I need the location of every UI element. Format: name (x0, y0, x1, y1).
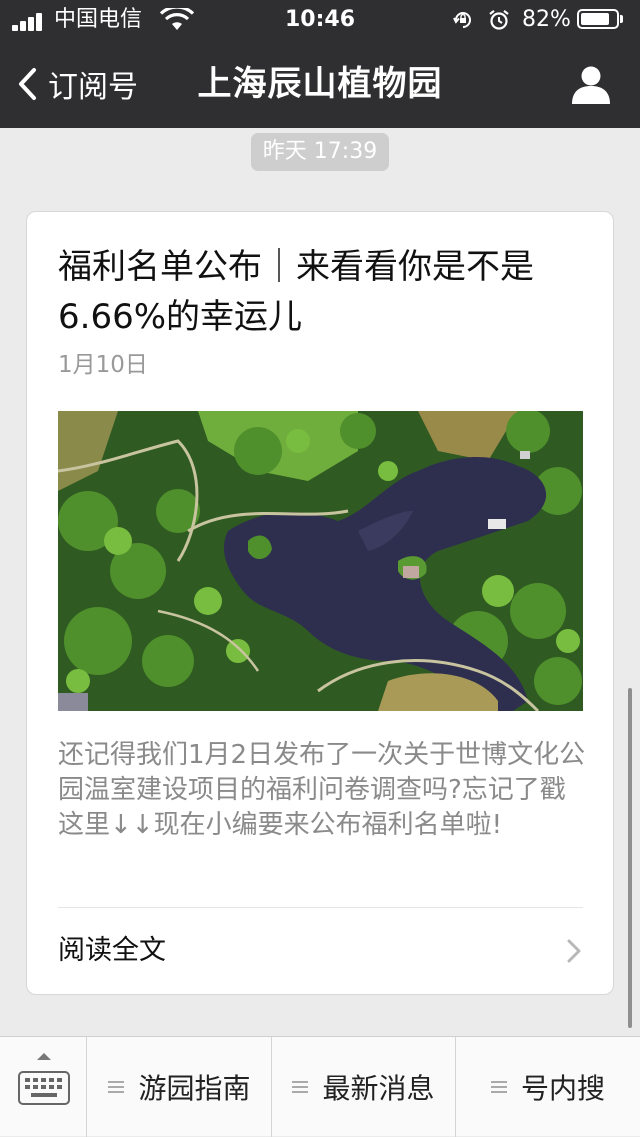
battery-percent: 82% (522, 7, 571, 32)
status-bar: 中国电信 10:46 82% (0, 0, 640, 40)
person-icon[interactable] (570, 64, 612, 106)
article-title: 福利名单公布｜来看看你是不是6.66%的幸运儿 (58, 247, 534, 337)
article-cover-image (58, 411, 583, 711)
menu-item-news[interactable]: 最新消息 (272, 1037, 456, 1137)
article-card[interactable]: 福利名单公布｜来看看你是不是6.66%的幸运儿 1月10日 还记得我们1月2日发… (26, 211, 614, 995)
bottom-menu: 游园指南 最新消息 号内搜 (0, 1036, 640, 1137)
menu-item-label: 号内搜 (520, 1072, 605, 1105)
menu-item-label: 最新消息 (322, 1072, 435, 1105)
keyboard-toggle-button[interactable] (0, 1037, 87, 1137)
menu-lines-icon (292, 1081, 309, 1093)
keyboard-icon (18, 1071, 70, 1105)
menu-item-guide[interactable]: 游园指南 (88, 1037, 272, 1137)
article-summary: 还记得我们1月2日发布了一次关于世博文化公园温室建设项目的福利问卷调查吗?忘记了… (58, 740, 586, 840)
read-full-label: 阅读全文 (58, 935, 166, 966)
caret-up-icon (37, 1053, 51, 1060)
menu-item-search[interactable]: 号内搜 (456, 1037, 640, 1137)
article-date: 1月10日 (58, 352, 148, 378)
menu-lines-icon (490, 1081, 507, 1093)
battery-icon (577, 9, 623, 31)
page-title: 上海辰山植物园 (197, 64, 443, 104)
divider (58, 907, 583, 908)
menu-lines-icon (108, 1081, 125, 1093)
read-full-article-link[interactable]: 阅读全文 (58, 917, 583, 985)
menu-item-label: 游园指南 (138, 1072, 251, 1105)
scrollbar[interactable] (628, 688, 632, 1028)
alarm-icon (489, 9, 509, 30)
rotation-lock-icon (453, 12, 471, 28)
chevron-right-icon (567, 939, 581, 963)
top-bar: 中国电信 10:46 82% 订阅号 上海辰山植物园 (0, 0, 640, 128)
nav-bar: 订阅号 上海辰山植物园 (0, 40, 640, 128)
message-timestamp: 昨天 17:39 (251, 133, 389, 171)
